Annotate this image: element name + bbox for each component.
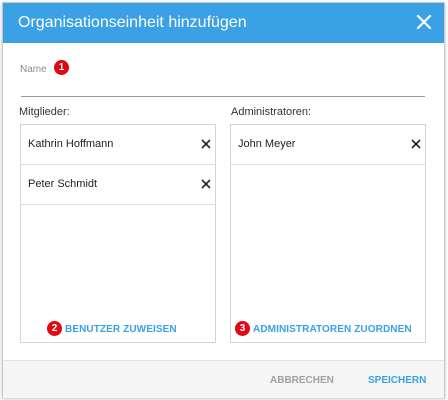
close-icon[interactable] — [414, 12, 434, 32]
annotation-badge-3: 3 — [235, 321, 250, 336]
admin-name: John Meyer — [238, 138, 296, 150]
member-name: Kathrin Hoffmann — [28, 138, 114, 150]
save-button[interactable]: SPEICHERN — [368, 375, 426, 386]
annotation-badge-2: 2 — [47, 321, 62, 336]
remove-icon[interactable] — [200, 178, 212, 190]
dialog-title: Organisationseinheit hinzufügen — [18, 14, 247, 31]
member-row: Kathrin Hoffmann — [21, 125, 215, 165]
members-label: Mitglieder: — [19, 106, 70, 118]
remove-icon[interactable] — [200, 138, 212, 150]
admin-row: John Meyer — [231, 125, 425, 165]
admins-panel: John Meyer — [230, 124, 426, 343]
member-row: Peter Schmidt — [21, 165, 215, 205]
assign-users-button[interactable]: BENUTZER ZUWEISEN — [65, 324, 177, 335]
admins-label: Administratoren: — [231, 106, 312, 118]
assign-admins-button[interactable]: ADMINISTRATOREN ZUORDNEN — [253, 324, 412, 335]
name-field-label: Name — [20, 64, 47, 75]
cancel-button[interactable]: ABBRECHEN — [270, 375, 334, 386]
add-org-unit-dialog: Organisationseinheit hinzufügen Name 1 M… — [2, 2, 445, 398]
dialog-footer: ABBRECHEN SPEICHERN — [3, 360, 444, 398]
remove-icon[interactable] — [410, 138, 422, 150]
name-input[interactable] — [21, 78, 425, 97]
member-name: Peter Schmidt — [28, 178, 98, 190]
annotation-badge-1: 1 — [54, 60, 69, 75]
dialog-titlebar: Organisationseinheit hinzufügen — [3, 3, 444, 43]
members-panel: Kathrin Hoffmann Peter Schmidt — [20, 124, 216, 343]
